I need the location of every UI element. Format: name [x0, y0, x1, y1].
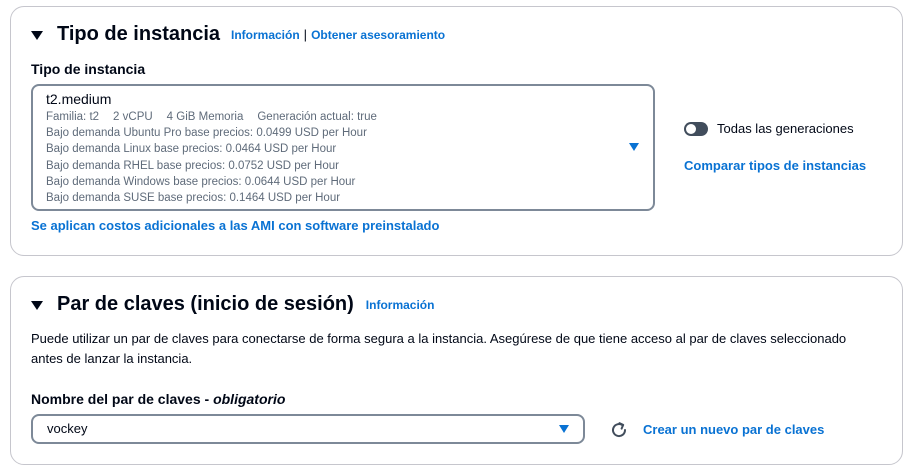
price-windows: Bajo demanda Windows base precios: 0.064… — [46, 175, 356, 188]
instance-vcpu: 2 vCPU — [113, 111, 153, 123]
price-ubuntu: Bajo demanda Ubuntu Pro base precios: 0.… — [46, 127, 367, 140]
caret-down-icon[interactable] — [31, 31, 43, 40]
price-linux: Bajo demanda Linux base precios: 0.0464 … — [46, 143, 337, 156]
instance-name: t2.medium — [46, 91, 112, 107]
instance-type-header: Tipo de instancia Información | Obtener … — [31, 23, 445, 46]
instance-family: Familia: t2 — [46, 111, 100, 123]
instance-generation: Generación actual: true — [257, 111, 377, 123]
info-link[interactable]: Información — [366, 298, 435, 312]
all-generations-toggle[interactable] — [684, 122, 708, 136]
key-pair-title[interactable]: Par de claves (inicio de sesión) — [57, 293, 354, 316]
key-pair-description: Puede utilizar un par de claves para con… — [31, 331, 847, 366]
instance-type-title[interactable]: Tipo de instancia — [57, 23, 220, 46]
instance-type-field-label: Tipo de instancia — [31, 61, 146, 77]
key-pair-selected-value: vockey — [47, 421, 88, 436]
caret-down-icon[interactable] — [31, 301, 43, 310]
instance-memory: 4 GiB Memoria — [166, 111, 244, 123]
key-pair-field-label: Nombre del par de claves - obligatorio — [31, 391, 285, 407]
refresh-icon[interactable] — [609, 420, 629, 440]
toggle-knob — [686, 124, 696, 134]
ami-costs-link[interactable]: Se aplican costos adicionales a las AMI … — [31, 218, 439, 233]
triangle-down-icon[interactable] — [559, 425, 569, 433]
key-pair-select[interactable]: vockey — [31, 414, 585, 444]
price-suse: Bajo demanda SUSE base precios: 0.1464 U… — [46, 192, 341, 205]
all-generations-label: Todas las generaciones — [717, 121, 854, 136]
instance-specs: Familia: t2 2 vCPU 4 GiB Memoria Generación… — [46, 109, 653, 125]
required-marker: obligatorio — [213, 391, 286, 407]
key-pair-panel: Par de claves (inicio de sesión) Informa… — [10, 276, 903, 465]
link-separator: | — [303, 27, 308, 42]
instance-type-panel: Tipo de instancia Información | Obtener … — [10, 6, 903, 256]
info-link[interactable]: Información — [231, 28, 300, 42]
triangle-down-icon[interactable] — [629, 143, 639, 151]
key-pair-header: Par de claves (inicio de sesión) Informa… — [31, 293, 434, 316]
advice-link[interactable]: Obtener asesoramiento — [311, 28, 445, 42]
key-pair-field-label-text: Nombre del par de claves - — [31, 391, 214, 407]
instance-type-select[interactable]: t2.medium Familia: t2 2 vCPU 4 GiB Memoria… — [31, 84, 655, 211]
create-key-pair-link[interactable]: Crear un nuevo par de claves — [643, 422, 824, 437]
compare-instance-types-link[interactable]: Comparar tipos de instancias — [684, 158, 866, 173]
price-rhel: Bajo demanda RHEL base precios: 0.0752 U… — [46, 159, 339, 172]
